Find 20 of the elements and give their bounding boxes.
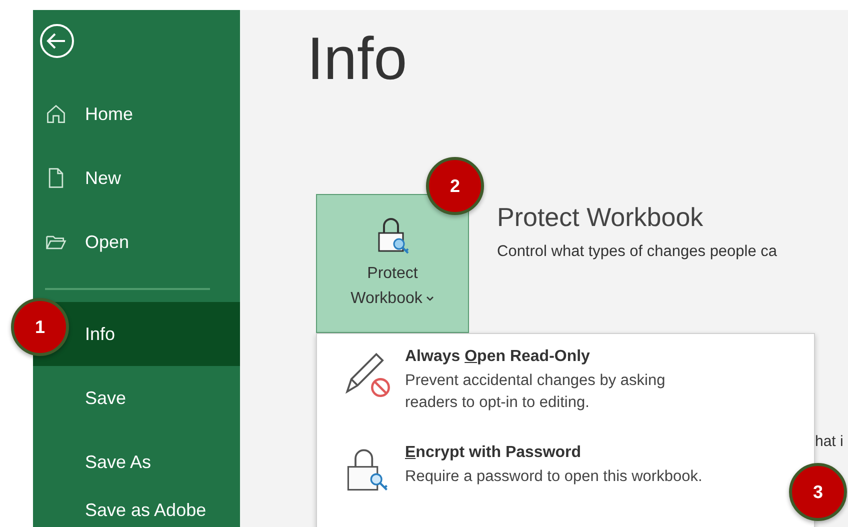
- section-description: Control what types of changes people ca: [497, 243, 778, 261]
- menu-item-title: Always Open Read-Only: [405, 348, 591, 366]
- sidebar-item[interactable]: Open: [33, 210, 240, 274]
- sidebar-item[interactable]: Save as Adobe: [33, 494, 240, 527]
- partial-text: hat i: [815, 433, 844, 450]
- home-icon: [45, 103, 67, 125]
- pencil-prohibited-icon: [343, 350, 393, 400]
- menu-item[interactable]: Always Open Read-Only Prevent accidental changes by asking readers to opt-in to editing.: [317, 348, 814, 444]
- menu-item-title: Encrypt with Password: [405, 444, 582, 462]
- sidebar-item[interactable]: New: [33, 146, 240, 210]
- page-title: Info: [307, 24, 408, 94]
- chevron-down-icon: [426, 296, 434, 302]
- sidebar-item[interactable]: Save As: [33, 430, 240, 494]
- menu-item-description: Prevent accidental changes by asking readers to opt-in to editing.: [405, 371, 666, 413]
- protect-workbook-button[interactable]: Protect Workbook: [316, 194, 469, 333]
- section-heading: Protect Workbook: [497, 202, 704, 233]
- sidebar-item[interactable]: Save: [33, 366, 240, 430]
- sidebar-item[interactable]: Home: [33, 82, 240, 146]
- menu-item-description: Require a password to open this workbook.: [405, 467, 702, 487]
- step-callout-tooltip: 1: [11, 298, 69, 356]
